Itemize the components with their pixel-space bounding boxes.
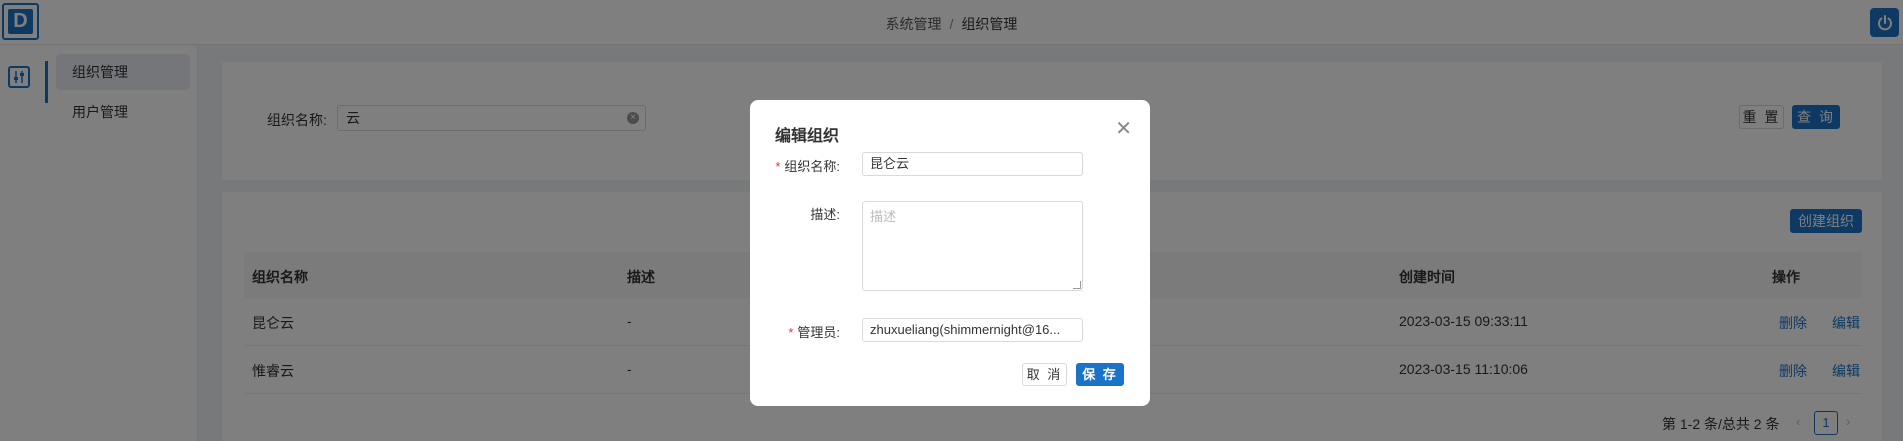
resize-handle-icon[interactable] [1073,281,1081,289]
admin-field[interactable]: zhuxueliang(shimmernight@16... [862,318,1083,342]
org-name-field[interactable]: 昆仑云 [862,152,1083,176]
save-button[interactable]: 保 存 [1076,363,1124,386]
org-name-label: * 组织名称: [775,159,840,174]
cancel-button[interactable]: 取 消 [1022,363,1067,386]
required-mark: * [775,159,781,174]
admin-label: * 管理员: [788,325,840,340]
edit-org-modal: 编辑组织 ✕ * 组织名称: 昆仑云 描述: 描述 * 管理员: zhuxuelia… [750,100,1150,406]
modal-title: 编辑组织 [775,128,840,145]
required-mark: * [788,325,794,340]
close-icon[interactable]: ✕ [1115,116,1132,141]
desc-field[interactable]: 描述 [862,201,1083,291]
desc-label: 描述: [810,207,840,222]
desc-placeholder: 描述 [870,209,897,224]
